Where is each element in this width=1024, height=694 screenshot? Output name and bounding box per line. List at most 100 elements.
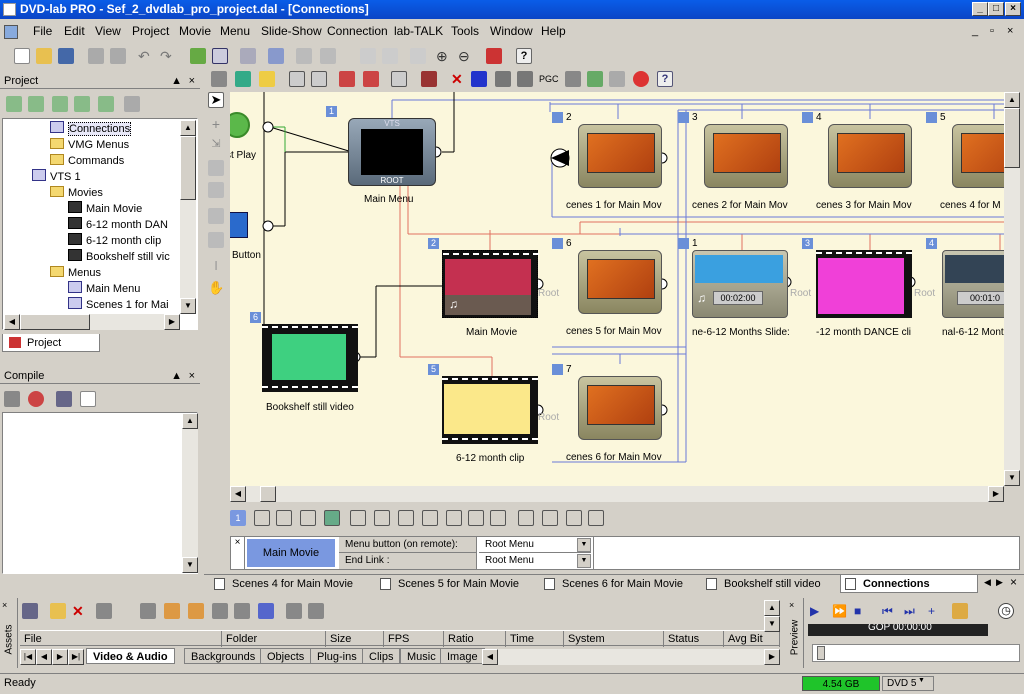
button-node-icon[interactable]	[230, 212, 248, 238]
menu-tools[interactable]: Tools	[451, 21, 479, 42]
col-fps[interactable]: FPS	[384, 631, 444, 647]
chapter-icon[interactable]	[952, 603, 968, 619]
menu-help[interactable]: Help	[541, 21, 566, 42]
props-close-icon[interactable]: ×	[231, 537, 245, 569]
assets-chart-icon[interactable]	[258, 603, 274, 619]
view6-icon[interactable]	[490, 510, 506, 526]
assets-copy-icon[interactable]	[286, 603, 302, 619]
tree-scrollbar-h[interactable]: ◀ ▶	[4, 314, 180, 330]
tab-music[interactable]: Music	[400, 648, 443, 664]
arrow-dropdown-icon[interactable]	[320, 48, 336, 64]
tree-item[interactable]: 6-12 month clip	[68, 233, 184, 249]
menu-connection[interactable]: Connection	[327, 21, 388, 42]
menu-tool-icon[interactable]	[208, 182, 224, 198]
pointer-tool-icon[interactable]: ➤	[208, 92, 224, 108]
menu-movie[interactable]: Movie	[179, 21, 211, 42]
final-scene-node[interactable]: 00:01:0	[942, 250, 1004, 318]
assets-audio-icon[interactable]	[164, 603, 180, 619]
tab-plugins[interactable]: Plug-ins	[310, 648, 364, 664]
assets-last-icon[interactable]: ▶|	[68, 649, 84, 665]
tab-connections[interactable]: Connections	[840, 575, 978, 593]
text-tool-icon[interactable]	[208, 232, 224, 248]
wizard-icon[interactable]	[190, 48, 206, 64]
check-icon[interactable]	[28, 391, 44, 407]
pro-ex-icon[interactable]	[486, 48, 502, 64]
conn-help-icon[interactable]: ?	[657, 71, 673, 87]
slider-thumb[interactable]	[817, 646, 825, 660]
assets-tree-icon[interactable]	[140, 603, 156, 619]
tab-scenes6[interactable]: Scenes 6 for Main Movie	[540, 575, 683, 593]
hand-tool-icon[interactable]: ✋	[208, 280, 224, 296]
scroll-thumb[interactable]	[180, 136, 196, 200]
user-icon[interactable]	[587, 71, 603, 87]
question-icon[interactable]	[446, 510, 462, 526]
tree-item[interactable]: Commands	[50, 153, 184, 169]
tab-clips[interactable]: Clips	[362, 648, 401, 664]
menu-window[interactable]: Window	[490, 21, 533, 42]
add-folder-icon[interactable]	[98, 96, 114, 112]
new-icon[interactable]	[14, 48, 30, 64]
select-tool-icon[interactable]	[208, 208, 224, 224]
stop-icon[interactable]: ■	[854, 603, 870, 619]
panel-collapse-icon[interactable]: ▲	[171, 73, 182, 89]
slideshow-node[interactable]: ♫ 00:02:00	[692, 250, 788, 318]
canvas-scroll-left-icon[interactable]: ◀	[230, 486, 246, 502]
dropdown-arrow-icon[interactable]: ▼	[577, 538, 591, 552]
layout-icon[interactable]	[259, 71, 275, 87]
col-folder[interactable]: Folder	[222, 631, 326, 647]
col-ratio[interactable]: Ratio	[444, 631, 506, 647]
assets-ac3-icon[interactable]	[188, 603, 204, 619]
menu-labtalk[interactable]: lab-TALK	[394, 21, 443, 42]
menu-menu[interactable]: Menu	[220, 21, 250, 42]
fx-icon[interactable]	[360, 48, 376, 64]
align-top-icon[interactable]	[311, 71, 327, 87]
canvas-scroll-right-icon[interactable]: ▶	[988, 486, 1004, 502]
add-movie-icon[interactable]	[28, 96, 44, 112]
tab-next-icon[interactable]: ▶	[996, 577, 1003, 588]
maximize-button[interactable]: □	[988, 2, 1004, 16]
color-icon[interactable]	[471, 71, 487, 87]
magic-icon[interactable]	[296, 48, 312, 64]
disc-dropdown-icon[interactable]: ▼	[918, 677, 925, 684]
dropdown-arrow-icon[interactable]: ▼	[577, 554, 591, 568]
assets-scrollbar-v[interactable]: ▲ ▼	[764, 600, 780, 632]
link-tool-icon[interactable]	[208, 160, 224, 176]
mdi-close[interactable]: ×	[1007, 21, 1013, 42]
view3-icon[interactable]	[300, 510, 316, 526]
chart-icon[interactable]	[517, 71, 533, 87]
tree-scrollbar-v[interactable]: ▲ ▼	[180, 120, 196, 314]
assets-sort-icon[interactable]	[96, 603, 112, 619]
assets-scroll-left-icon[interactable]: ◀	[482, 649, 498, 665]
menu-view[interactable]: View	[95, 21, 121, 42]
vts-icon[interactable]	[124, 96, 140, 112]
connections-view-icon[interactable]	[212, 48, 228, 64]
assets-prev-icon[interactable]: ◀	[36, 649, 52, 665]
doc-icon[interactable]	[4, 25, 18, 39]
assets-scroll-right-icon[interactable]: ▶	[764, 649, 780, 665]
assets-open-icon[interactable]	[50, 603, 66, 619]
assets-scrollbar-h[interactable]: ◀ ▶	[482, 649, 780, 665]
tree-item[interactable]: Menus	[50, 265, 184, 281]
properties-icon[interactable]	[565, 71, 581, 87]
compile-collapse-icon[interactable]: ▲	[171, 368, 182, 384]
col-time[interactable]: Time	[506, 631, 564, 647]
assets-find-icon[interactable]	[234, 603, 250, 619]
canvas-scroll-down-icon[interactable]: ▼	[1004, 470, 1020, 486]
assets-first-icon[interactable]: |◀	[20, 649, 36, 665]
view1-icon[interactable]	[254, 510, 270, 526]
assets-close-icon[interactable]: ×	[2, 600, 14, 610]
tab-objects[interactable]: Objects	[260, 648, 312, 664]
assets-glasses-icon[interactable]	[212, 603, 228, 619]
canvas-scroll-thumb-v[interactable]	[1004, 108, 1020, 168]
paste-icon[interactable]	[110, 48, 126, 64]
scene-menu-node[interactable]	[952, 124, 1004, 188]
link-red2-icon[interactable]	[363, 71, 379, 87]
scroll-right-icon[interactable]: ▶	[164, 314, 180, 330]
fast-forward-icon[interactable]: ⏩	[832, 603, 848, 619]
record-icon[interactable]	[633, 71, 649, 87]
month-clip-node[interactable]	[442, 376, 538, 444]
scene-menu-node[interactable]	[578, 124, 662, 188]
end-link-value[interactable]: Root Menu	[479, 553, 591, 569]
col-system[interactable]: System	[564, 631, 664, 647]
minimize-button[interactable]: _	[972, 2, 988, 16]
